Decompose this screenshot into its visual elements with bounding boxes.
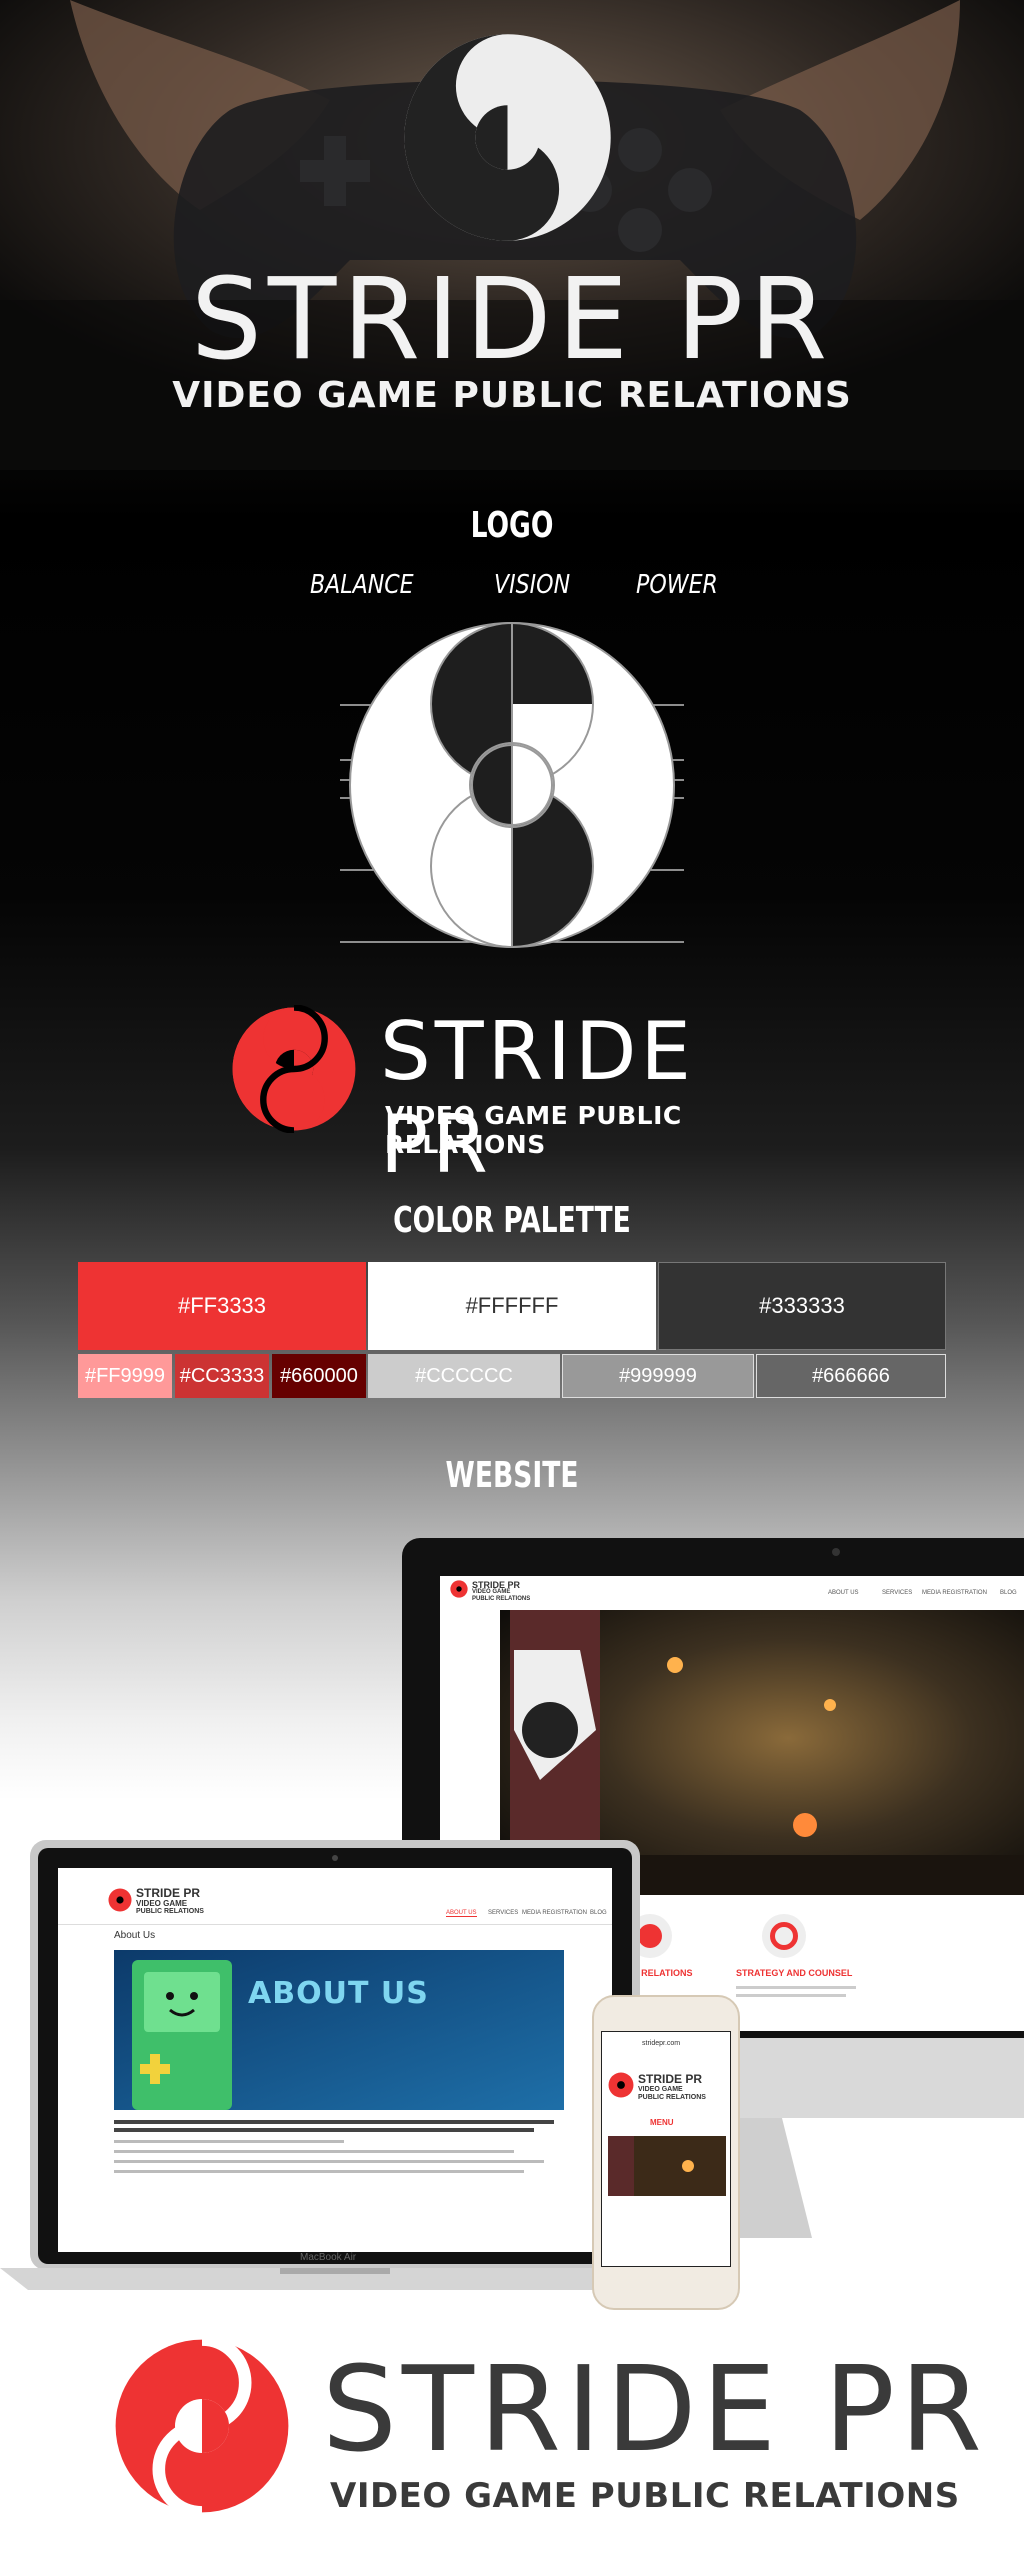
swatch-ff9999: #FF9999 xyxy=(78,1354,172,1398)
swatch-label: #666666 xyxy=(812,1364,890,1387)
phone-menu-button[interactable]: MENU xyxy=(650,2118,674,2127)
phone: stridepr.com STRIDE PR VIDEO GAME PUBLIC… xyxy=(592,1995,740,2310)
phone-url: stridepr.com xyxy=(642,2040,681,2047)
site-logo-icon xyxy=(108,1888,132,1912)
feature-strategy: STRATEGY AND COUNSEL xyxy=(736,1968,853,1978)
banner-text: ABOUT US xyxy=(248,1976,429,2011)
swatch-label: #FF3333 xyxy=(177,1293,267,1318)
swatch-label: #CC3333 xyxy=(179,1364,265,1387)
swatch-label: #FFFFFF xyxy=(465,1293,559,1318)
laptop-site-screen: STRIDE PR VIDEO GAME PUBLIC RELATIONS AB… xyxy=(58,1868,612,2252)
logo-heading: LOGO xyxy=(470,505,554,546)
logo-construction-diagram xyxy=(340,622,684,948)
strategy-target-icon xyxy=(762,1914,806,1958)
palette-heading: COLOR PALETTE xyxy=(393,1200,631,1241)
nav-services[interactable]: SERVICES xyxy=(488,1910,518,1916)
site-logo-sub: PUBLIC RELATIONS xyxy=(638,2094,706,2101)
keyword-power: POWER xyxy=(636,570,718,600)
site-logo-icon xyxy=(608,2072,634,2098)
website-heading: WEBSITE xyxy=(445,1455,579,1496)
hero-banner: STRIDE PR VIDEO GAME PUBLIC RELATIONS xyxy=(0,0,1024,470)
stride-mark-icon xyxy=(404,34,611,241)
keyword-balance: BALANCE xyxy=(310,570,414,600)
swatch-ffffff: #FFFFFF xyxy=(368,1262,656,1350)
swatch-cc3333: #CC3333 xyxy=(175,1354,269,1398)
swatch-ff3333: #FF3333 xyxy=(78,1262,366,1350)
site-logo-title: STRIDE PR xyxy=(136,1886,201,1900)
swatch-label: #999999 xyxy=(619,1364,697,1387)
site-logo-title: STRIDE PR xyxy=(638,2072,703,2086)
keyword-vision: VISION xyxy=(494,570,571,600)
swatch-333333: #333333 xyxy=(658,1262,946,1350)
swatch-999999: #999999 xyxy=(562,1354,754,1398)
swatch-label: #CCCCCC xyxy=(415,1364,513,1387)
site-logo-sub: VIDEO GAME xyxy=(638,2086,683,2093)
site-logo-sub: PUBLIC RELATIONS xyxy=(472,1596,531,1602)
laptop-model-label: MacBook Air xyxy=(300,2252,357,2263)
swatch-label: #333333 xyxy=(759,1293,845,1318)
stride-mark-red-icon xyxy=(232,1005,356,1133)
nav-media[interactable]: MEDIA REGISTRATION xyxy=(522,1910,587,1916)
swatch-666666: #666666 xyxy=(756,1354,946,1398)
site-logo-sub: PUBLIC RELATIONS xyxy=(136,1908,204,1915)
laptop: STRIDE PR VIDEO GAME PUBLIC RELATIONS AB… xyxy=(0,1840,668,2300)
brand-logo-lockup: STRIDE PR VIDEO GAME PUBLIC RELATIONS xyxy=(230,1005,810,1191)
page-title: About Us xyxy=(114,1930,156,1941)
swatch-660000: #660000 xyxy=(272,1354,366,1398)
nav-media[interactable]: MEDIA REGISTRATION xyxy=(922,1590,987,1596)
footer-subtitle: VIDEO GAME PUBLIC RELATIONS xyxy=(330,2476,960,2516)
footer-logo-lockup: STRIDE PR VIDEO GAME PUBLIC RELATIONS xyxy=(0,2300,1024,2551)
hero-title: STRIDE PR xyxy=(190,255,834,385)
about-banner-image xyxy=(114,1950,564,2110)
phone-site-screen: stridepr.com STRIDE PR VIDEO GAME PUBLIC… xyxy=(601,2031,731,2267)
nav-about[interactable]: ABOUT US xyxy=(446,1910,477,1917)
site-logo-sub: VIDEO GAME xyxy=(472,1589,511,1595)
site-logo-icon xyxy=(450,1580,468,1598)
swatch-label: #660000 xyxy=(280,1364,358,1387)
hero-subtitle: VIDEO GAME PUBLIC RELATIONS xyxy=(172,375,852,416)
brand-subtitle: VIDEO GAME PUBLIC RELATIONS xyxy=(385,1101,682,1159)
swatch-label: #FF9999 xyxy=(84,1364,166,1387)
site-logo-sub: VIDEO GAME xyxy=(136,1899,188,1908)
nav-blog[interactable]: BLOG xyxy=(1000,1590,1017,1596)
footer-title: STRIDE PR xyxy=(322,2340,987,2478)
stride-mark-red-icon xyxy=(115,2336,289,2516)
brand-title: STRIDE PR xyxy=(380,1005,695,1191)
color-palette: #FF3333 #FFFFFF #333333 #FF9999 #CC3333 … xyxy=(78,1262,946,1400)
nav-about[interactable]: ABOUT US xyxy=(828,1590,859,1596)
swatch-cccccc: #CCCCCC xyxy=(368,1354,560,1398)
phone-hero-image xyxy=(608,2136,726,2196)
nav-blog[interactable]: BLOG xyxy=(590,1910,607,1916)
nav-services[interactable]: SERVICES xyxy=(882,1590,912,1596)
